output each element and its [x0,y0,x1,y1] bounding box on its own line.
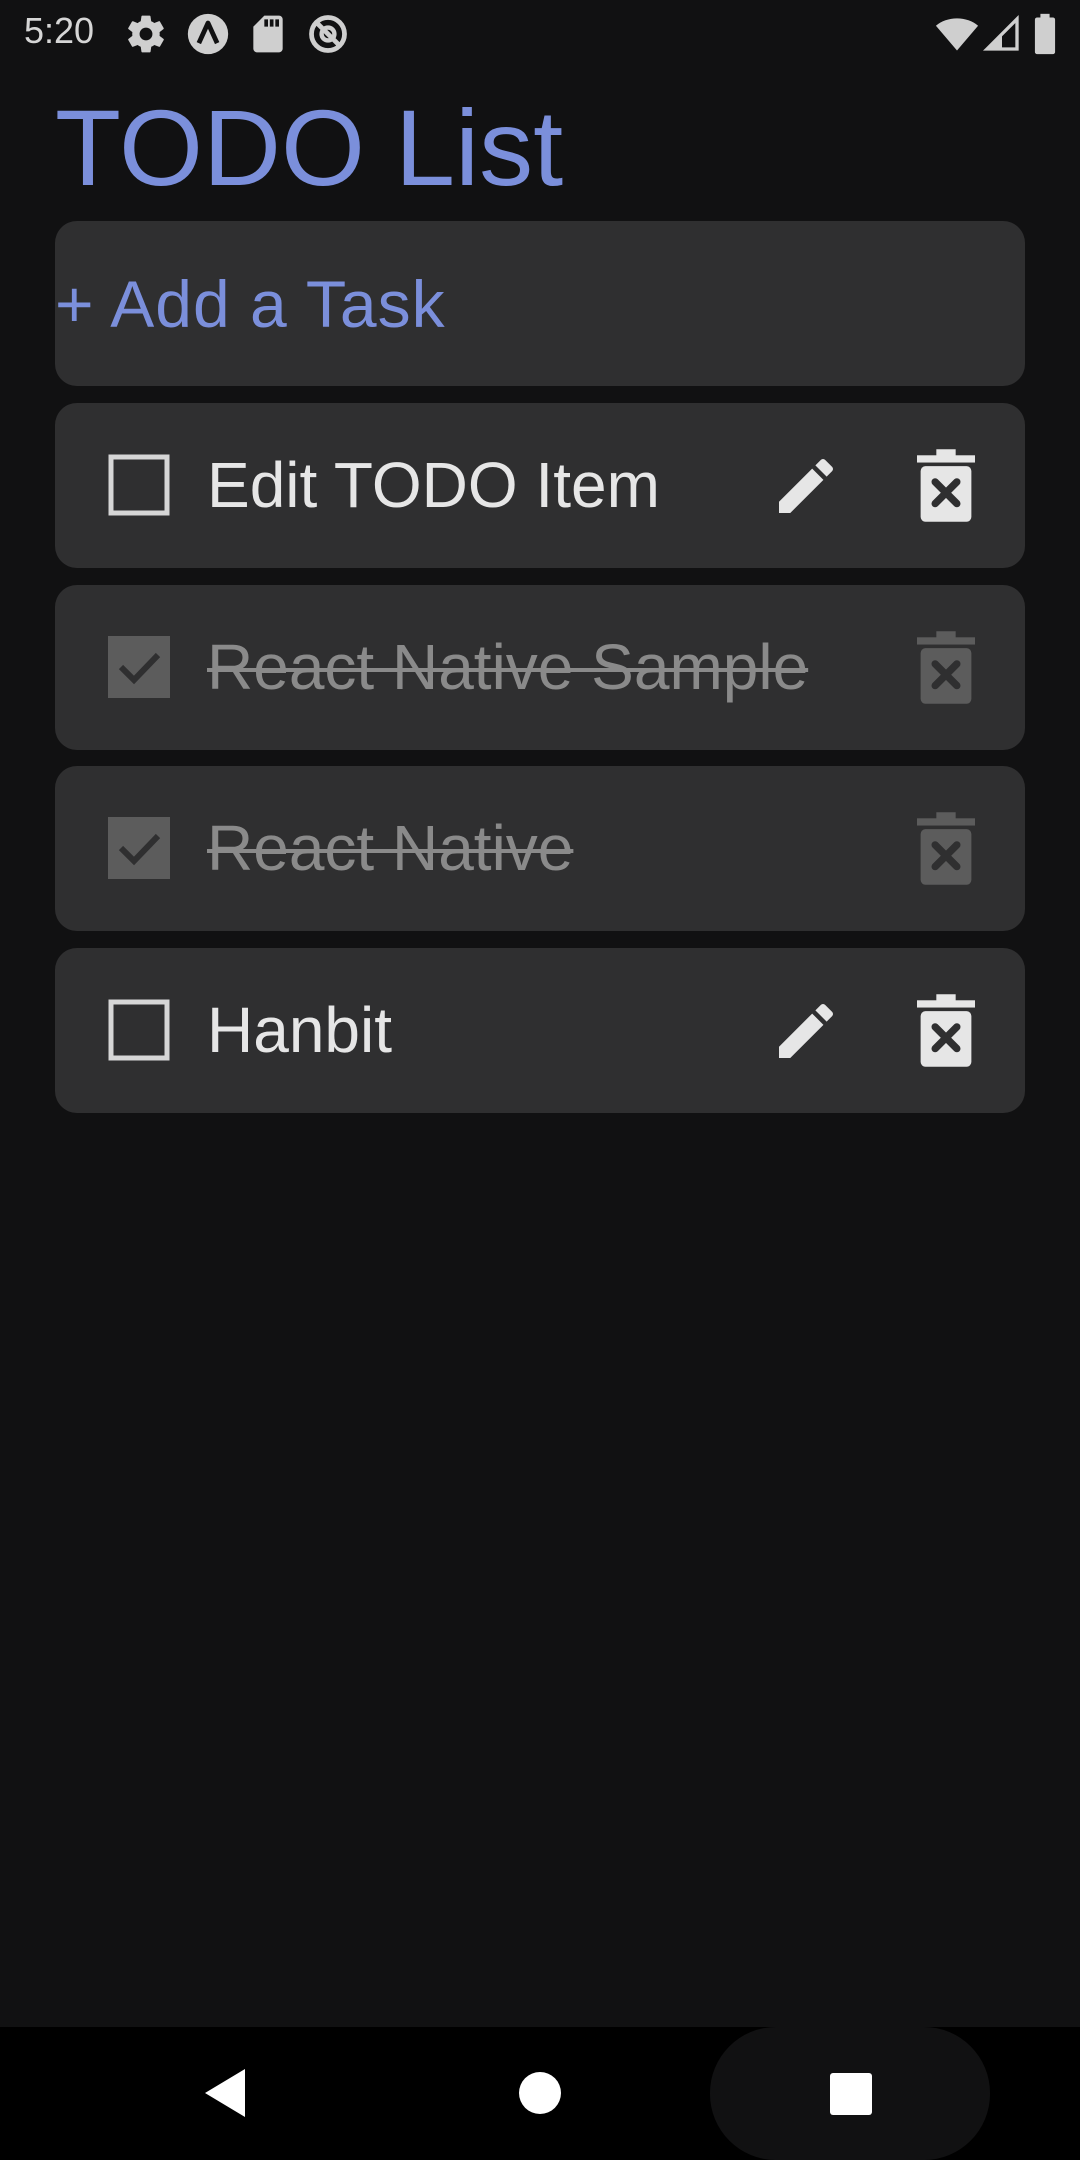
sync-disabled-icon [306,12,350,56]
page-title: TODO List [55,87,564,208]
back-icon[interactable] [203,2067,247,2119]
settings-icon [124,12,168,56]
checkbox-checked-icon[interactable] [107,816,171,880]
todo-item-text: Hanbit [207,994,392,1066]
todo-item-text: Edit TODO Item [207,449,660,521]
sd-card-icon [246,12,290,56]
checkbox-unchecked-icon[interactable] [107,453,171,517]
checkbox-unchecked-icon[interactable] [107,998,171,1062]
add-task-label: + Add a Task [55,266,446,341]
trash-icon[interactable] [917,993,975,1068]
trash-icon[interactable] [917,811,975,886]
home-icon[interactable] [519,2072,561,2114]
todo-item-text: React Native Sample [207,631,809,703]
todo-item: Edit TODO Item [55,403,1025,568]
recents-icon[interactable] [830,2073,872,2115]
todo-item: Hanbit [55,948,1025,1113]
wifi-icon [934,12,980,56]
cell-signal-icon [982,12,1022,56]
screen: 5:20 TODO List + Add a Task Edit TODO It… [0,0,1080,2160]
trash-icon[interactable] [917,630,975,705]
battery-icon [1030,12,1060,56]
trash-icon[interactable] [917,448,975,523]
checkbox-checked-icon[interactable] [107,635,171,699]
status-time: 5:20 [24,10,95,51]
navigation-bar [0,2027,1080,2160]
pencil-icon[interactable] [770,450,842,522]
status-bar: 5:20 [0,0,1080,66]
expo-icon [186,12,230,56]
todo-item: React Native Sample [55,585,1025,750]
todo-item-text: React Native [207,812,574,884]
pencil-icon[interactable] [770,995,842,1067]
todo-item: React Native [55,766,1025,931]
add-task-button[interactable]: + Add a Task [55,221,1025,386]
